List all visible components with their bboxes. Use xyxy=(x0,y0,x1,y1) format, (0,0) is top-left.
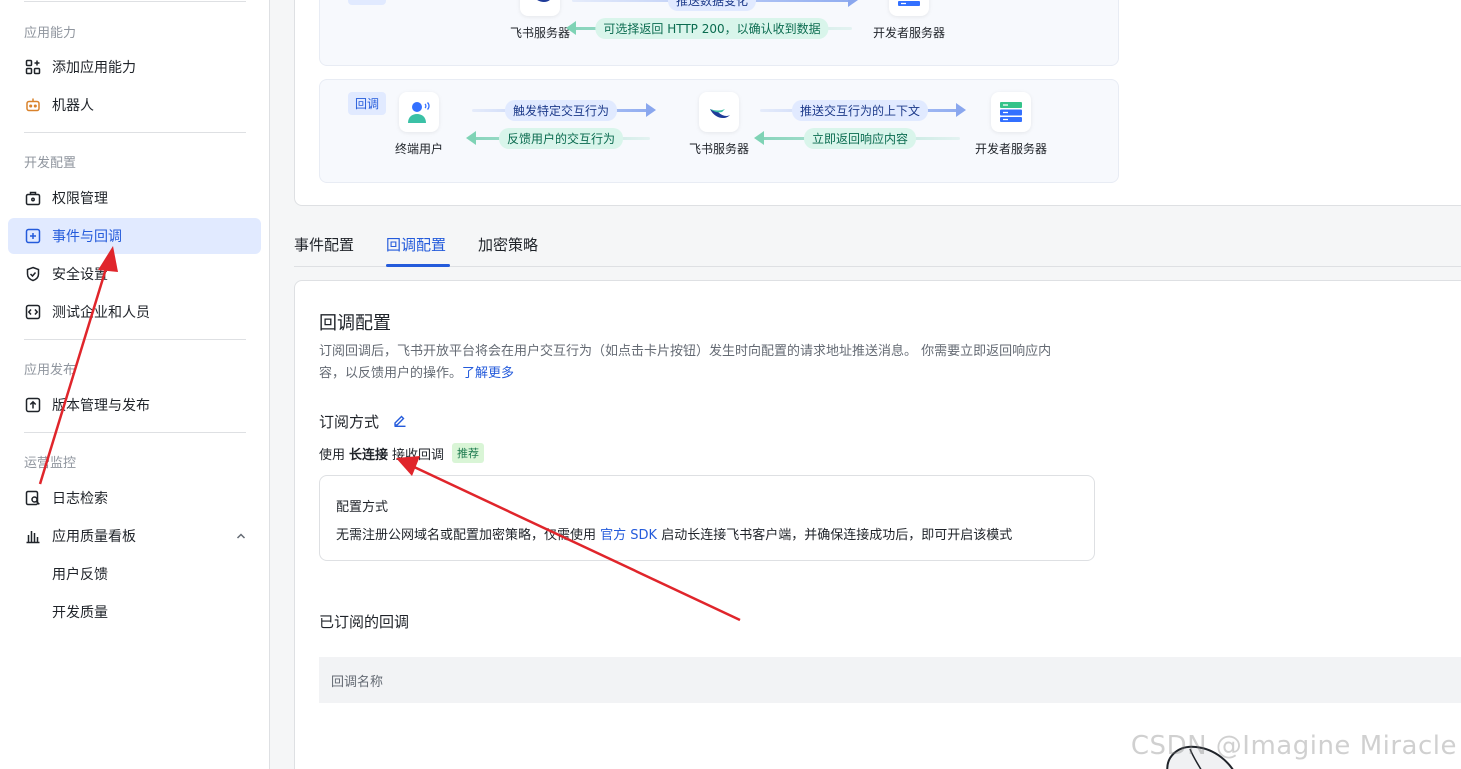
arrow-push-context: 推送交互行为的上下文 xyxy=(760,100,966,121)
callback-config-card: 回调配置 订阅回调后，飞书开放平台将会在用户交互行为（如点击卡片按钮）发生时向配… xyxy=(294,280,1461,769)
sidebar-item-permissions[interactable]: 权限管理 xyxy=(8,180,261,216)
shield-check-icon xyxy=(24,265,42,283)
feishu-logo-icon xyxy=(520,0,560,16)
user-signal-icon xyxy=(399,92,439,132)
subscribe-mode-title: 订阅方式 xyxy=(319,411,407,432)
sidebar-item-quality-board[interactable]: 应用质量看板 xyxy=(8,518,261,554)
column-header-callback-name: 回调名称 xyxy=(331,675,384,690)
mode-suffix: 接收回调 xyxy=(392,447,445,463)
tab-callback-config[interactable]: 回调配置 xyxy=(386,234,446,255)
group-title-app-capability: 应用能力 xyxy=(24,26,77,41)
config-method-box: 配置方式 无需注册公网域名或配置加密策略，仅需使用 官方 SDK 启动长连接飞书… xyxy=(319,475,1095,561)
edit-pencil-icon[interactable] xyxy=(393,413,407,431)
node-label: 开发者服务器 xyxy=(974,142,1047,156)
event-plus-icon xyxy=(24,227,42,245)
event-flow-box: 事件 飞书服务器 推送数据变化 可选择返回 HTTP 200，以确认收到数据 开… xyxy=(319,0,1119,66)
arrow-label: 反馈用户的交互行为 xyxy=(498,128,624,149)
sidebar-divider xyxy=(24,432,246,433)
group-title-release: 应用发布 xyxy=(24,363,77,378)
sidebar-item-label: 日志检索 xyxy=(52,491,108,507)
sidebar-item-label: 权限管理 xyxy=(52,191,108,207)
sidebar-item-test-tenants[interactable]: 测试企业和人员 xyxy=(8,294,261,330)
description-line: 订阅回调后，飞书开放平台将会在用户交互行为（如点击卡片按钮）发生时向配置的请求地… xyxy=(319,344,1052,359)
config-tabs: 事件配置 回调配置 加密策略 xyxy=(294,226,1461,267)
sidebar-item-label: 添加应用能力 xyxy=(52,60,136,76)
arrow-trigger-interaction: 触发特定交互行为 xyxy=(472,100,656,121)
sidebar-item-label: 开发质量 xyxy=(52,605,108,621)
sidebar-item-label: 机器人 xyxy=(52,98,94,114)
official-sdk-link[interactable]: 官方 SDK xyxy=(600,528,657,543)
node-label: 终端用户 xyxy=(394,142,443,156)
sidebar-item-dev-quality[interactable]: 开发质量 xyxy=(8,594,261,630)
arrow-return-response: 立即返回响应内容 xyxy=(754,128,960,149)
flow-diagram-card: 事件 飞书服务器 推送数据变化 可选择返回 HTTP 200，以确认收到数据 开… xyxy=(294,0,1461,206)
active-tab-indicator xyxy=(386,264,450,267)
robot-icon xyxy=(24,96,42,114)
arrow-label: 推送数据变化 xyxy=(667,0,757,11)
sidebar-divider xyxy=(24,339,246,340)
sidebar-item-user-feedback[interactable]: 用户反馈 xyxy=(8,556,261,592)
node-label: 开发者服务器 xyxy=(872,26,945,40)
arrow-push-data-change: 推送数据变化 xyxy=(572,0,858,11)
upload-box-icon xyxy=(24,396,42,414)
callback-node-end-user: 终端用户 xyxy=(364,92,474,157)
arrow-return-http200: 可选择返回 HTTP 200，以确认收到数据 xyxy=(566,18,852,39)
section-title: 回调配置 xyxy=(319,313,391,334)
sidebar-item-add-capability[interactable]: 添加应用能力 xyxy=(8,49,261,85)
learn-more-link[interactable]: 了解更多 xyxy=(462,366,514,381)
config-method-title: 配置方式 xyxy=(336,500,389,515)
sidebar-item-label: 安全设置 xyxy=(52,267,108,283)
group-title-dev-config: 开发配置 xyxy=(24,156,77,171)
mode-prefix: 使用 xyxy=(319,447,346,463)
arrow-label: 立即返回响应内容 xyxy=(803,128,917,149)
sidebar-divider xyxy=(24,1,246,2)
apps-grid-icon xyxy=(24,58,42,76)
subscribed-callbacks-title: 已订阅的回调 xyxy=(319,613,410,631)
main-content: 事件 飞书服务器 推送数据变化 可选择返回 HTTP 200，以确认收到数据 开… xyxy=(270,0,1461,769)
arrow-label: 触发特定交互行为 xyxy=(504,100,618,121)
callback-flow-box: 回调 终端用户 触发特定交互行为 反馈用户的交互行为 飞书服务器 推送交互行为的… xyxy=(319,79,1119,183)
event-tag: 事件 xyxy=(348,0,387,5)
callback-node-feishu: 飞书服务器 xyxy=(664,92,774,157)
briefcase-lock-icon xyxy=(24,189,42,207)
server-icon xyxy=(889,0,929,16)
config-method-text: 启动长连接飞书客户端，并确保连接成功后，即可开启该模式 xyxy=(661,528,1013,543)
group-title-ops-monitor: 运营监控 xyxy=(24,456,77,471)
sidebar-divider xyxy=(24,132,246,133)
watermark-text: CSDN @Imagine Miracle xyxy=(1130,731,1457,761)
callback-node-dev-server: 开发者服务器 xyxy=(956,92,1066,157)
config-method-desc: 无需注册公网域名或配置加密策略，仅需使用 官方 SDK 启动长连接飞书客户端，并… xyxy=(336,524,1012,543)
sidebar-item-label: 测试企业和人员 xyxy=(52,305,150,321)
sidebar-item-label: 用户反馈 xyxy=(52,567,108,583)
mode-bold: 长连接 xyxy=(349,447,389,463)
sidebar-item-label: 事件与回调 xyxy=(52,229,122,245)
code-box-icon xyxy=(24,303,42,321)
arrow-label: 推送交互行为的上下文 xyxy=(791,100,929,121)
table-header: 回调名称 xyxy=(319,657,1461,703)
sidebar-item-log-search[interactable]: 日志检索 xyxy=(8,480,261,516)
sidebar-item-label: 应用质量看板 xyxy=(52,529,136,545)
sidebar-item-label: 版本管理与发布 xyxy=(52,398,150,414)
arrow-label: 可选择返回 HTTP 200，以确认收到数据 xyxy=(595,18,829,39)
sidebar-item-security[interactable]: 安全设置 xyxy=(8,256,261,292)
recommended-badge: 推荐 xyxy=(452,443,485,463)
tab-event-config[interactable]: 事件配置 xyxy=(294,234,354,255)
tab-encryption[interactable]: 加密策略 xyxy=(478,234,538,255)
chevron-up-icon[interactable] xyxy=(235,530,247,546)
description-line: 容，以反馈用户的操作。 xyxy=(319,366,463,381)
sidebar: 应用能力 添加应用能力 机器人 开发配置 权限管理 事件与回调 安全设置 测试企… xyxy=(0,0,270,769)
log-search-icon xyxy=(24,489,42,507)
subscribe-mode-label: 订阅方式 xyxy=(319,413,380,431)
config-method-text: 无需注册公网域名或配置加密策略，仅需使用 xyxy=(336,528,597,543)
event-node-dev-server: 开发者服务器 xyxy=(854,0,964,41)
arrow-feedback-interaction: 反馈用户的交互行为 xyxy=(466,128,650,149)
sidebar-item-version-release[interactable]: 版本管理与发布 xyxy=(8,387,261,423)
sidebar-item-bot[interactable]: 机器人 xyxy=(8,87,261,123)
bar-chart-icon xyxy=(24,527,42,545)
subscribe-mode-value: 使用 长连接 接收回调 推荐 xyxy=(319,443,485,463)
section-description: 订阅回调后，飞书开放平台将会在用户交互行为（如点击卡片按钮）发生时向配置的请求地… xyxy=(319,341,1119,385)
sidebar-item-events-callbacks[interactable]: 事件与回调 xyxy=(8,218,261,254)
server-icon xyxy=(991,92,1031,132)
feishu-logo-icon xyxy=(699,92,739,132)
